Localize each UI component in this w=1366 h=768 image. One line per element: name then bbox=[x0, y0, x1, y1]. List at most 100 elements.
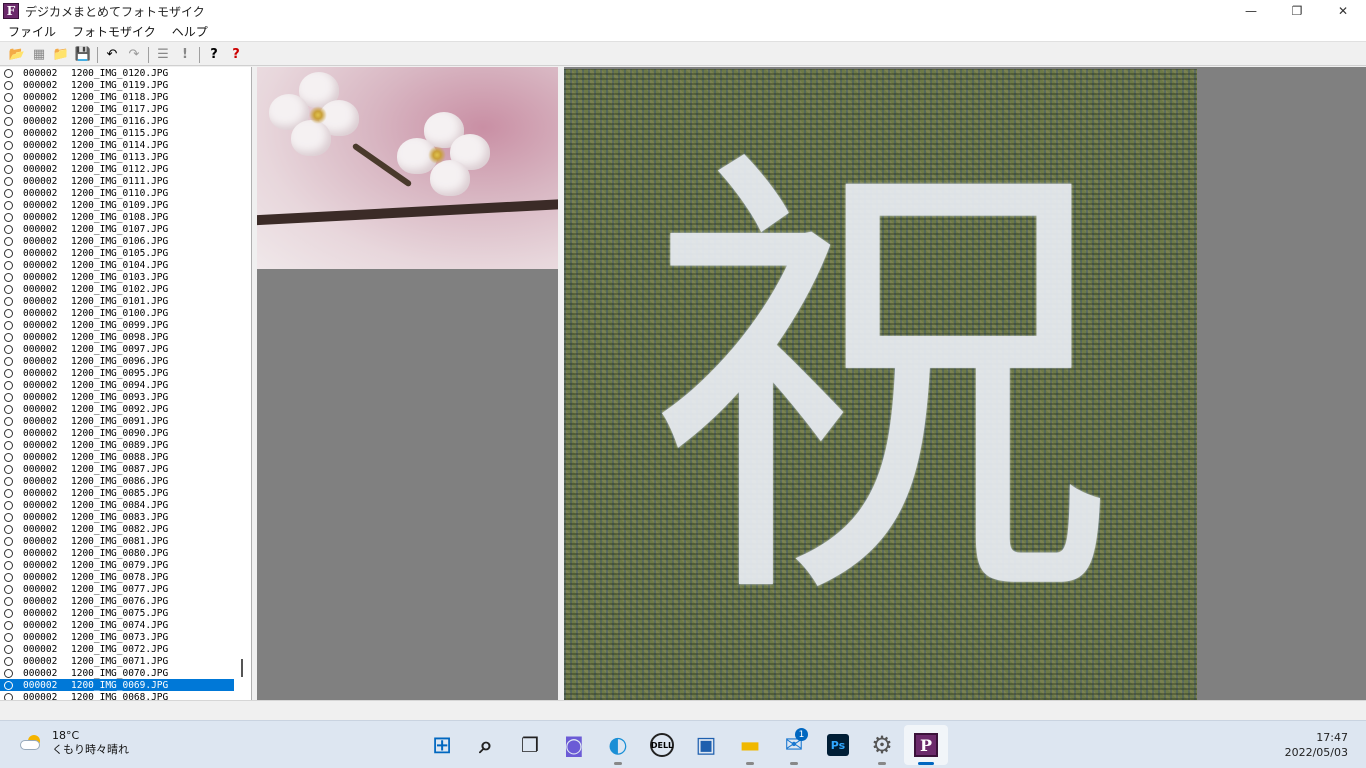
mail-button[interactable]: ✉ 1 bbox=[772, 725, 816, 765]
radio-icon[interactable] bbox=[4, 620, 13, 630]
radio-icon[interactable] bbox=[4, 284, 13, 294]
file-list-item[interactable]: 000002 1200_IMG_0070.JPG bbox=[0, 667, 251, 679]
menu-help[interactable]: ヘルプ bbox=[164, 23, 216, 40]
file-list-item[interactable]: 000002 1200_IMG_0085.JPG bbox=[0, 487, 251, 499]
file-list-item[interactable]: 000002 1200_IMG_0112.JPG bbox=[0, 163, 251, 175]
radio-icon[interactable] bbox=[4, 296, 13, 306]
file-list-item[interactable]: 000002 1200_IMG_0089.JPG bbox=[0, 439, 251, 451]
radio-icon[interactable] bbox=[4, 152, 13, 162]
file-list-item[interactable]: 000002 1200_IMG_0100.JPG bbox=[0, 307, 251, 319]
file-list-item[interactable]: 000002 1200_IMG_0091.JPG bbox=[0, 415, 251, 427]
file-list-item[interactable]: 000002 1200_IMG_0098.JPG bbox=[0, 331, 251, 343]
chat-button[interactable]: ◙ bbox=[552, 725, 596, 765]
radio-icon[interactable] bbox=[4, 512, 13, 522]
file-list-item[interactable]: 000002 1200_IMG_0120.JPG bbox=[0, 67, 251, 79]
file-list-item[interactable]: 000002 1200_IMG_0073.JPG bbox=[0, 631, 251, 643]
radio-icon[interactable] bbox=[4, 212, 13, 222]
radio-icon[interactable] bbox=[4, 524, 13, 534]
file-list-item[interactable]: 000002 1200_IMG_0097.JPG bbox=[0, 343, 251, 355]
file-list-item[interactable]: 000002 1200_IMG_0078.JPG bbox=[0, 571, 251, 583]
radio-icon[interactable] bbox=[4, 500, 13, 510]
radio-icon[interactable] bbox=[4, 80, 13, 90]
search-button[interactable]: ⌕ bbox=[464, 725, 508, 765]
file-list-item[interactable]: 000002 1200_IMG_0103.JPG bbox=[0, 271, 251, 283]
file-list-item[interactable]: 000002 1200_IMG_0084.JPG bbox=[0, 499, 251, 511]
file-list-item[interactable]: 000002 1200_IMG_0077.JPG bbox=[0, 583, 251, 595]
radio-icon[interactable] bbox=[4, 308, 13, 318]
radio-icon[interactable] bbox=[4, 668, 13, 678]
file-list-item[interactable]: 000002 1200_IMG_0087.JPG bbox=[0, 463, 251, 475]
radio-icon[interactable] bbox=[4, 140, 13, 150]
radio-icon[interactable] bbox=[4, 476, 13, 486]
weather-widget[interactable]: 18°C くもり時々晴れ bbox=[18, 729, 129, 757]
close-button[interactable]: ✕ bbox=[1320, 0, 1366, 22]
radio-icon[interactable] bbox=[4, 116, 13, 126]
radio-icon[interactable] bbox=[4, 392, 13, 402]
radio-icon[interactable] bbox=[4, 452, 13, 462]
radio-icon[interactable] bbox=[4, 260, 13, 270]
file-list-item[interactable]: 000002 1200_IMG_0081.JPG bbox=[0, 535, 251, 547]
file-explorer-button[interactable]: ▬ bbox=[728, 725, 772, 765]
radio-icon[interactable] bbox=[4, 536, 13, 546]
dell-button[interactable]: DELL bbox=[640, 725, 684, 765]
app-logo-icon[interactable]: F bbox=[3, 3, 19, 19]
file-list-item[interactable]: 000002 1200_IMG_0114.JPG bbox=[0, 139, 251, 151]
radio-icon[interactable] bbox=[4, 428, 13, 438]
radio-icon[interactable] bbox=[4, 224, 13, 234]
radio-icon[interactable] bbox=[4, 200, 13, 210]
radio-icon[interactable] bbox=[4, 464, 13, 474]
file-list[interactable]: 000002 1200_IMG_0120.JPG 000002 1200_IMG_01… bbox=[0, 67, 252, 700]
file-list-item[interactable]: 000002 1200_IMG_0082.JPG bbox=[0, 523, 251, 535]
radio-icon[interactable] bbox=[4, 104, 13, 114]
minimize-button[interactable]: — bbox=[1228, 0, 1274, 22]
photomosaic-app-button[interactable]: P bbox=[904, 725, 948, 765]
file-list-item[interactable]: 000002 1200_IMG_0075.JPG bbox=[0, 607, 251, 619]
context-help-icon[interactable]: ? bbox=[225, 45, 247, 65]
menu-photomosaic[interactable]: フォトモザイク bbox=[64, 23, 164, 40]
file-list-item[interactable]: 000002 1200_IMG_0088.JPG bbox=[0, 451, 251, 463]
radio-icon[interactable] bbox=[4, 488, 13, 498]
file-list-item[interactable]: 000002 1200_IMG_0079.JPG bbox=[0, 559, 251, 571]
radio-icon[interactable] bbox=[4, 656, 13, 666]
photoshop-button[interactable]: Ps bbox=[816, 725, 860, 765]
radio-icon[interactable] bbox=[4, 560, 13, 570]
radio-icon[interactable] bbox=[4, 572, 13, 582]
radio-icon[interactable] bbox=[4, 164, 13, 174]
file-list-item[interactable]: 000002 1200_IMG_0086.JPG bbox=[0, 475, 251, 487]
radio-icon[interactable] bbox=[4, 380, 13, 390]
file-list-item[interactable]: 000002 1200_IMG_0090.JPG bbox=[0, 427, 251, 439]
menu-file[interactable]: ファイル bbox=[0, 23, 64, 40]
radio-icon[interactable] bbox=[4, 320, 13, 330]
list-icon[interactable]: ☰ bbox=[152, 45, 174, 65]
start-button[interactable]: ⊞ bbox=[420, 725, 464, 765]
radio-icon[interactable] bbox=[4, 344, 13, 354]
file-list-item[interactable]: 000002 1200_IMG_0117.JPG bbox=[0, 103, 251, 115]
file-list-item[interactable]: 000002 1200_IMG_0071.JPG bbox=[0, 655, 251, 667]
radio-icon[interactable] bbox=[4, 548, 13, 558]
file-list-item[interactable]: 000002 1200_IMG_0096.JPG bbox=[0, 355, 251, 367]
exclamation-icon[interactable]: ! bbox=[174, 45, 196, 65]
radio-icon[interactable] bbox=[4, 128, 13, 138]
radio-icon[interactable] bbox=[4, 368, 13, 378]
scrollbar-thumb[interactable] bbox=[241, 659, 243, 677]
radio-icon[interactable] bbox=[4, 188, 13, 198]
file-list-item[interactable]: 000002 1200_IMG_0094.JPG bbox=[0, 379, 251, 391]
file-list-item[interactable]: 000002 1200_IMG_0076.JPG bbox=[0, 595, 251, 607]
radio-icon[interactable] bbox=[4, 356, 13, 366]
radio-icon[interactable] bbox=[4, 248, 13, 258]
file-list-item[interactable]: 000002 1200_IMG_0115.JPG bbox=[0, 127, 251, 139]
radio-icon[interactable] bbox=[4, 608, 13, 618]
file-list-item[interactable]: 000002 1200_IMG_0083.JPG bbox=[0, 511, 251, 523]
task-view-button[interactable]: ❐ bbox=[508, 725, 552, 765]
radio-icon[interactable] bbox=[4, 92, 13, 102]
file-list-item[interactable]: 000002 1200_IMG_0101.JPG bbox=[0, 295, 251, 307]
file-list-item[interactable]: 000002 1200_IMG_0110.JPG bbox=[0, 187, 251, 199]
file-list-item[interactable]: 000002 1200_IMG_0109.JPG bbox=[0, 199, 251, 211]
file-list-item[interactable]: 000002 1200_IMG_0092.JPG bbox=[0, 403, 251, 415]
save-icon[interactable]: 💾 bbox=[72, 45, 94, 65]
radio-icon[interactable] bbox=[4, 332, 13, 342]
file-list-item[interactable]: 000002 1200_IMG_0107.JPG bbox=[0, 223, 251, 235]
radio-icon[interactable] bbox=[4, 680, 13, 690]
radio-icon[interactable] bbox=[4, 644, 13, 654]
file-list-item[interactable]: 000002 1200_IMG_0068.JPG bbox=[0, 691, 251, 700]
